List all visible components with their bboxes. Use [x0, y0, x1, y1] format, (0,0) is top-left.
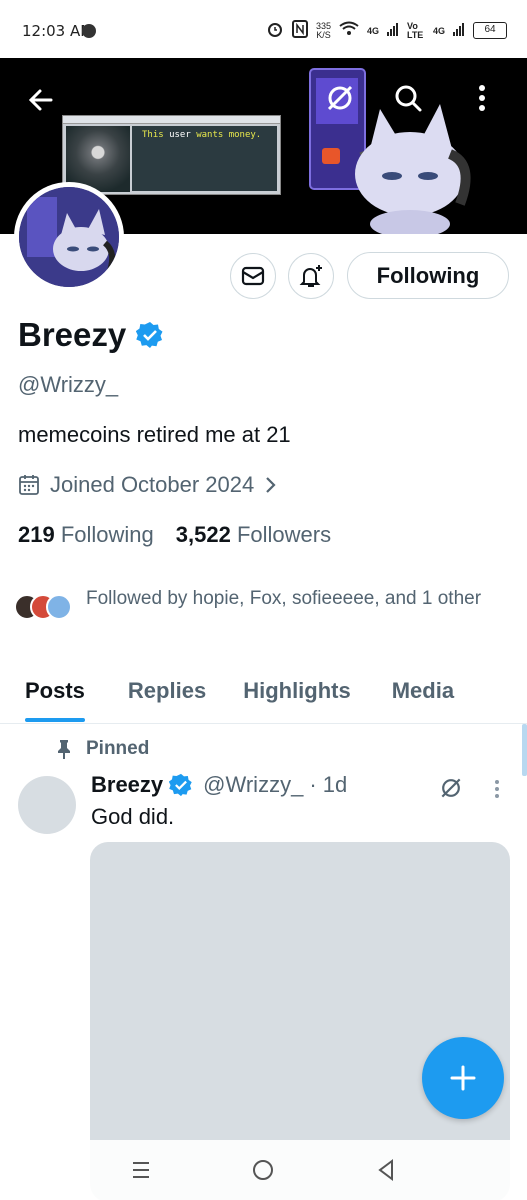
status-bar: 12:03 AM 335 K/S 4G Vo LTE 4G 64: [0, 0, 527, 58]
profile-handle: @Wrizzy_: [18, 372, 119, 397]
follower-avatar: [46, 594, 72, 620]
pinned-text: Pinned: [86, 738, 150, 759]
terminal-word: user: [169, 130, 191, 140]
tab-media[interactable]: Media: [392, 664, 454, 724]
profile-avatar[interactable]: [14, 182, 124, 292]
back-button[interactable]: [19, 78, 63, 122]
post-grok-button[interactable]: [438, 775, 464, 806]
messenger-icon: [82, 24, 96, 38]
compose-button[interactable]: [422, 1037, 504, 1119]
plus-icon: [450, 1065, 476, 1091]
more-options-button[interactable]: [460, 76, 504, 120]
post-avatar[interactable]: [18, 776, 76, 834]
followed-by-text: Followed by hopie, Fox, sofieeeee, and 1…: [86, 588, 482, 609]
chevron-right-icon: [266, 477, 276, 493]
follow-stats: 219 Following 3,522 Followers: [18, 522, 331, 548]
message-button[interactable]: [230, 253, 276, 299]
pin-icon: [58, 740, 70, 759]
speed-unit: K/S: [316, 29, 331, 40]
back-arrow-icon: [28, 89, 53, 111]
following-count: 219: [18, 522, 55, 547]
signal-icon-2: [453, 22, 465, 39]
signal-icon: [386, 22, 399, 39]
joined-date[interactable]: Joined October 2024: [18, 472, 278, 498]
post-author[interactable]: Breezy: [91, 772, 163, 798]
bell-plus-icon: [299, 265, 322, 287]
grok-icon: [441, 778, 461, 798]
menu-icon[interactable]: [129, 1158, 153, 1182]
terminal-prefix: This: [142, 130, 170, 140]
system-nav-bar: [0, 1140, 527, 1200]
joined-text: Joined October 2024: [50, 472, 255, 497]
network-4g-1: 4G: [366, 25, 379, 36]
post-text: God did.: [91, 804, 175, 829]
volte-label: Vo LTE: [406, 20, 424, 40]
nfc-icon: [291, 20, 308, 41]
post-header: Breezy @Wrizzy_ · 1d: [91, 772, 347, 798]
avatar-cat-art: [19, 187, 119, 287]
back-triangle-icon[interactable]: [374, 1158, 398, 1182]
wifi-icon: [339, 21, 359, 40]
followed-by[interactable]: Followed by hopie, Fox, sofieeeee, and 1…: [14, 584, 514, 620]
network-speed: 335 K/S: [316, 21, 331, 40]
post-more-button[interactable]: [492, 778, 502, 805]
tab-replies[interactable]: Replies: [128, 664, 206, 724]
more-vertical-icon: [479, 85, 485, 111]
tab-highlights[interactable]: Highlights: [243, 664, 351, 724]
scroll-indicator: [522, 724, 527, 776]
calendar-icon: [19, 475, 39, 495]
verified-badge-icon: [169, 773, 192, 797]
following-button[interactable]: Following: [347, 252, 509, 299]
avatar-image: [19, 187, 119, 287]
battery-icon: 64: [473, 22, 507, 39]
tab-posts[interactable]: Posts: [25, 664, 85, 724]
grok-icon: [327, 85, 353, 111]
verified-badge-icon: [136, 322, 163, 348]
following-label: Following: [60, 522, 154, 547]
followers-label: Followers: [236, 522, 332, 547]
notifications-button[interactable]: [288, 253, 334, 299]
post-handle: @Wrizzy_: [203, 772, 304, 797]
follower-avatars: [14, 594, 72, 620]
grok-button[interactable]: [318, 76, 362, 120]
more-vertical-icon: [495, 780, 499, 798]
status-icons: 335 K/S 4G Vo LTE 4G 64: [266, 20, 507, 41]
window-titlebar: [63, 116, 280, 124]
pinned-label: Pinned: [56, 738, 149, 760]
home-icon[interactable]: [251, 1158, 275, 1182]
terminal-text: This user wants money.: [132, 126, 277, 191]
profile-name-text: Breezy: [18, 316, 127, 353]
network-4g-2: 4G: [432, 25, 445, 36]
followers-count: 3,522: [175, 522, 231, 547]
post-time: · 1d: [309, 772, 348, 797]
banner-window-image: This user wants money.: [62, 115, 281, 195]
profile-name: Breezy: [18, 316, 164, 354]
followers-stat[interactable]: 3,522 Followers: [176, 522, 331, 548]
profile-bio: memecoins retired me at 21: [18, 422, 291, 447]
terminal-suffix: wants money.: [190, 130, 262, 140]
profile-tabs: Posts Replies Highlights Media: [0, 664, 527, 724]
alarm-icon: [266, 20, 284, 41]
mail-icon: [241, 266, 265, 286]
search-icon: [395, 85, 422, 112]
search-button[interactable]: [386, 76, 430, 120]
following-stat[interactable]: 219 Following: [18, 522, 154, 548]
